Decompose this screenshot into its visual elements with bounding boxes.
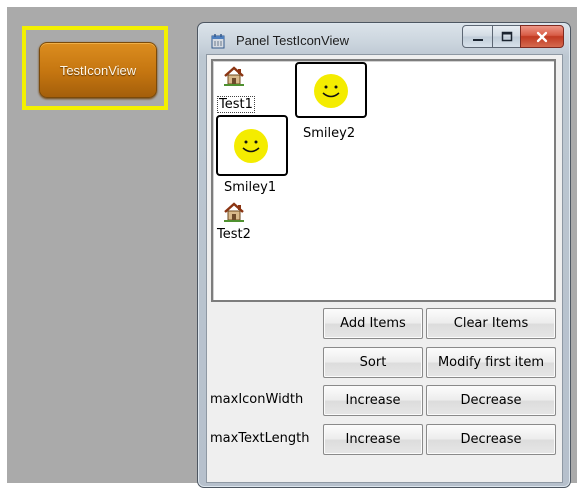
testiconview-launcher-button[interactable]: TestIconView	[39, 42, 157, 98]
max-icon-width-decrease-button[interactable]: Decrease	[426, 385, 556, 416]
window-controls	[432, 25, 564, 48]
launcher-selection-frame: TestIconView	[22, 26, 168, 110]
maximize-button[interactable]	[492, 25, 521, 48]
panel-testiconview-window: Panel TestIconView Test1 Smiley2 Smiley1…	[197, 22, 571, 488]
icon-view[interactable]: Test1 Smiley2 Smiley1 Test2	[211, 59, 556, 302]
desktop-area: TestIconView Panel TestIconView Test1 Sm…	[7, 7, 577, 488]
house-icon	[224, 66, 244, 86]
title-bar[interactable]: Panel TestIconView	[198, 23, 570, 54]
close-icon	[536, 31, 548, 42]
icon-item-label: Test2	[217, 227, 251, 242]
window-app-icon	[211, 34, 225, 49]
icon-item-frame	[216, 115, 288, 176]
window-title: Panel TestIconView	[236, 33, 349, 48]
sort-button[interactable]: Sort	[323, 347, 423, 378]
minimize-icon	[472, 38, 483, 41]
modify-first-item-button[interactable]: Modify first item	[426, 347, 556, 378]
max-text-length-decrease-button[interactable]: Decrease	[426, 424, 556, 455]
max-icon-width-label: maxIconWidth	[210, 392, 304, 407]
icon-item-smiley1[interactable]: Smiley1	[216, 115, 296, 201]
add-items-button[interactable]: Add Items	[323, 308, 423, 339]
max-icon-width-increase-button[interactable]: Increase	[323, 385, 423, 416]
icon-item-test2[interactable]: Test2	[217, 201, 265, 251]
icon-item-label: Smiley2	[303, 126, 356, 141]
minimize-button[interactable]	[462, 25, 493, 48]
max-text-length-label: maxTextLength	[210, 431, 310, 446]
panel-client-area: Test1 Smiley2 Smiley1 Test2 Add Items Cl…	[206, 54, 563, 483]
maximize-icon	[501, 31, 512, 41]
icon-item-test1[interactable]: Test1	[217, 65, 265, 115]
max-text-length-increase-button[interactable]: Increase	[323, 424, 423, 455]
icon-item-label: Test1	[217, 96, 255, 113]
smiley-icon	[314, 74, 348, 108]
clear-items-button[interactable]: Clear Items	[426, 308, 556, 339]
house-icon	[224, 202, 244, 222]
icon-item-label: Smiley1	[224, 180, 277, 195]
icon-item-frame	[295, 62, 367, 118]
close-button[interactable]	[520, 25, 564, 48]
icon-item-smiley2[interactable]: Smiley2	[295, 62, 371, 144]
smiley-icon	[234, 129, 268, 163]
